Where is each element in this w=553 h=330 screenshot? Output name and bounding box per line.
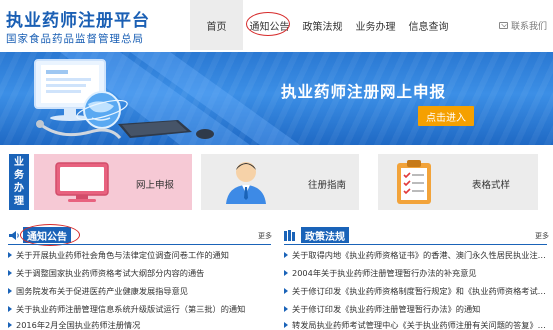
nav-business[interactable]: 业务办理: [349, 0, 402, 50]
site-title[interactable]: 执业药师注册平台: [6, 6, 150, 31]
books-icon: [284, 229, 295, 241]
notice-item[interactable]: 2016年2月全国执业药师注册情况: [8, 319, 271, 330]
section-label-char: 业: [14, 157, 24, 168]
policy-item[interactable]: 关于修订印发《执业药师资格制度暂行规定》和《执业药师资格考试…: [284, 285, 550, 297]
policies-divider: [284, 244, 547, 245]
bullet-icon: [284, 252, 288, 258]
policy-item-text: 转发局执业药师考试管理中心《关于执业药师注册有关问题的答复》…: [292, 319, 546, 330]
nav-home-label: 首页: [206, 21, 227, 33]
nav-home[interactable]: 首页: [190, 0, 243, 50]
service-card-guide[interactable]: 往册指南: [201, 154, 359, 210]
bullet-icon: [284, 270, 288, 276]
policy-item[interactable]: 转发局执业药师考试管理中心《关于执业药师注册有关问题的答复》…: [284, 319, 550, 330]
service-card-online-apply[interactable]: 网上申报: [34, 154, 192, 210]
monitor-icon: [55, 162, 109, 202]
nav-query-label: 信息查询: [408, 21, 449, 33]
policy-item[interactable]: 2004年关于执业药师注册管理暂行办法的补充意见: [284, 267, 550, 279]
hero-illustration: [34, 52, 300, 145]
notice-item[interactable]: 关于开展执业药师社会角色与法律定位调查问卷工作的通知: [8, 249, 271, 261]
nav-notices[interactable]: 通知公告: [243, 0, 296, 50]
bullet-icon: [284, 288, 288, 294]
site-subtitle: 国家食品药品监督管理总局: [6, 33, 144, 45]
notice-item[interactable]: 关于调整国家执业药师资格考试大纲部分内容的通告: [8, 267, 271, 279]
policy-item-text: 关于取得内地《执业药师资格证书》的香港、澳门永久性居民执业注…: [292, 250, 546, 260]
bullet-icon: [284, 321, 288, 328]
bullet-icon: [8, 252, 12, 258]
policies-more-link[interactable]: 更多: [535, 231, 549, 241]
enter-button[interactable]: 点击进入: [418, 106, 474, 126]
user-icon: [226, 162, 266, 204]
notice-item-text: 关于调整国家执业药师资格考试大纲部分内容的通告: [16, 268, 205, 278]
contact-us-label: 联系我们: [510, 22, 547, 32]
notice-item-text: 关于开展执业药师社会角色与法律定位调查问卷工作的通知: [16, 250, 229, 260]
business-section-label: 业 务 办 理: [9, 154, 29, 210]
clipboard-icon: [397, 160, 431, 204]
contact-us-link[interactable]: 联系我们: [498, 19, 547, 32]
bullet-icon: [8, 270, 12, 276]
notice-item[interactable]: 关于执业药师注册管理信息系统升级版试运行（第三批）的通知: [8, 303, 271, 315]
policies-header: 政策法规: [284, 226, 349, 244]
nav-policies-label: 政策法规: [302, 21, 343, 33]
section-label-char: 理: [14, 196, 24, 207]
policy-item-text: 2004年关于执业药师注册管理暂行办法的补充意见: [292, 268, 477, 278]
notice-item-text: 国务院发布关于促进医药产业健康发展指导意见: [16, 286, 188, 296]
notices-more-link[interactable]: 更多: [258, 231, 272, 241]
annotation-circle: [20, 224, 80, 246]
policy-item[interactable]: 关于取得内地《执业药师资格证书》的香港、澳门永久性居民执业注…: [284, 249, 550, 261]
service-card-forms[interactable]: 表格式样: [378, 154, 538, 210]
policy-item-text: 关于修订印发《执业药师注册管理暂行办法》的通知: [292, 304, 481, 314]
service-card-label: 网上申报: [136, 180, 175, 191]
nav-policies[interactable]: 政策法规: [296, 0, 349, 50]
nav-query[interactable]: 信息查询: [402, 0, 455, 50]
speaker-icon: [9, 230, 19, 240]
section-label-char: 务: [14, 170, 24, 181]
policy-item[interactable]: 关于修订印发《执业药师注册管理暂行办法》的通知: [284, 303, 550, 315]
banner-title: 执业药师注册网上申报: [281, 83, 447, 101]
notice-item-text: 2016年2月全国执业药师注册情况: [16, 319, 141, 330]
notice-item[interactable]: 国务院发布关于促进医药产业健康发展指导意见: [8, 285, 271, 297]
service-card-label: 表格式样: [472, 180, 511, 191]
annotation-circle: [246, 12, 290, 36]
bullet-icon: [8, 288, 12, 294]
service-card-label: 往册指南: [308, 180, 347, 191]
notices-divider: [8, 244, 271, 245]
bullet-icon: [8, 321, 12, 328]
notice-item-text: 关于执业药师注册管理信息系统升级版试运行（第三批）的通知: [16, 304, 246, 314]
mail-icon: [498, 22, 508, 29]
bullet-icon: [284, 306, 288, 312]
policies-title[interactable]: 政策法规: [301, 227, 349, 243]
section-label-char: 办: [14, 183, 24, 194]
policy-item-text: 关于修订印发《执业药师资格制度暂行规定》和《执业药师资格考试…: [292, 286, 546, 296]
bullet-icon: [8, 306, 12, 312]
site-header: 执业药师注册平台 国家食品药品监督管理总局 首页 通知公告 政策法规 业务办理 …: [0, 0, 553, 52]
main-nav: 首页 通知公告 政策法规 业务办理 信息查询: [190, 0, 455, 50]
nav-business-label: 业务办理: [355, 21, 396, 33]
